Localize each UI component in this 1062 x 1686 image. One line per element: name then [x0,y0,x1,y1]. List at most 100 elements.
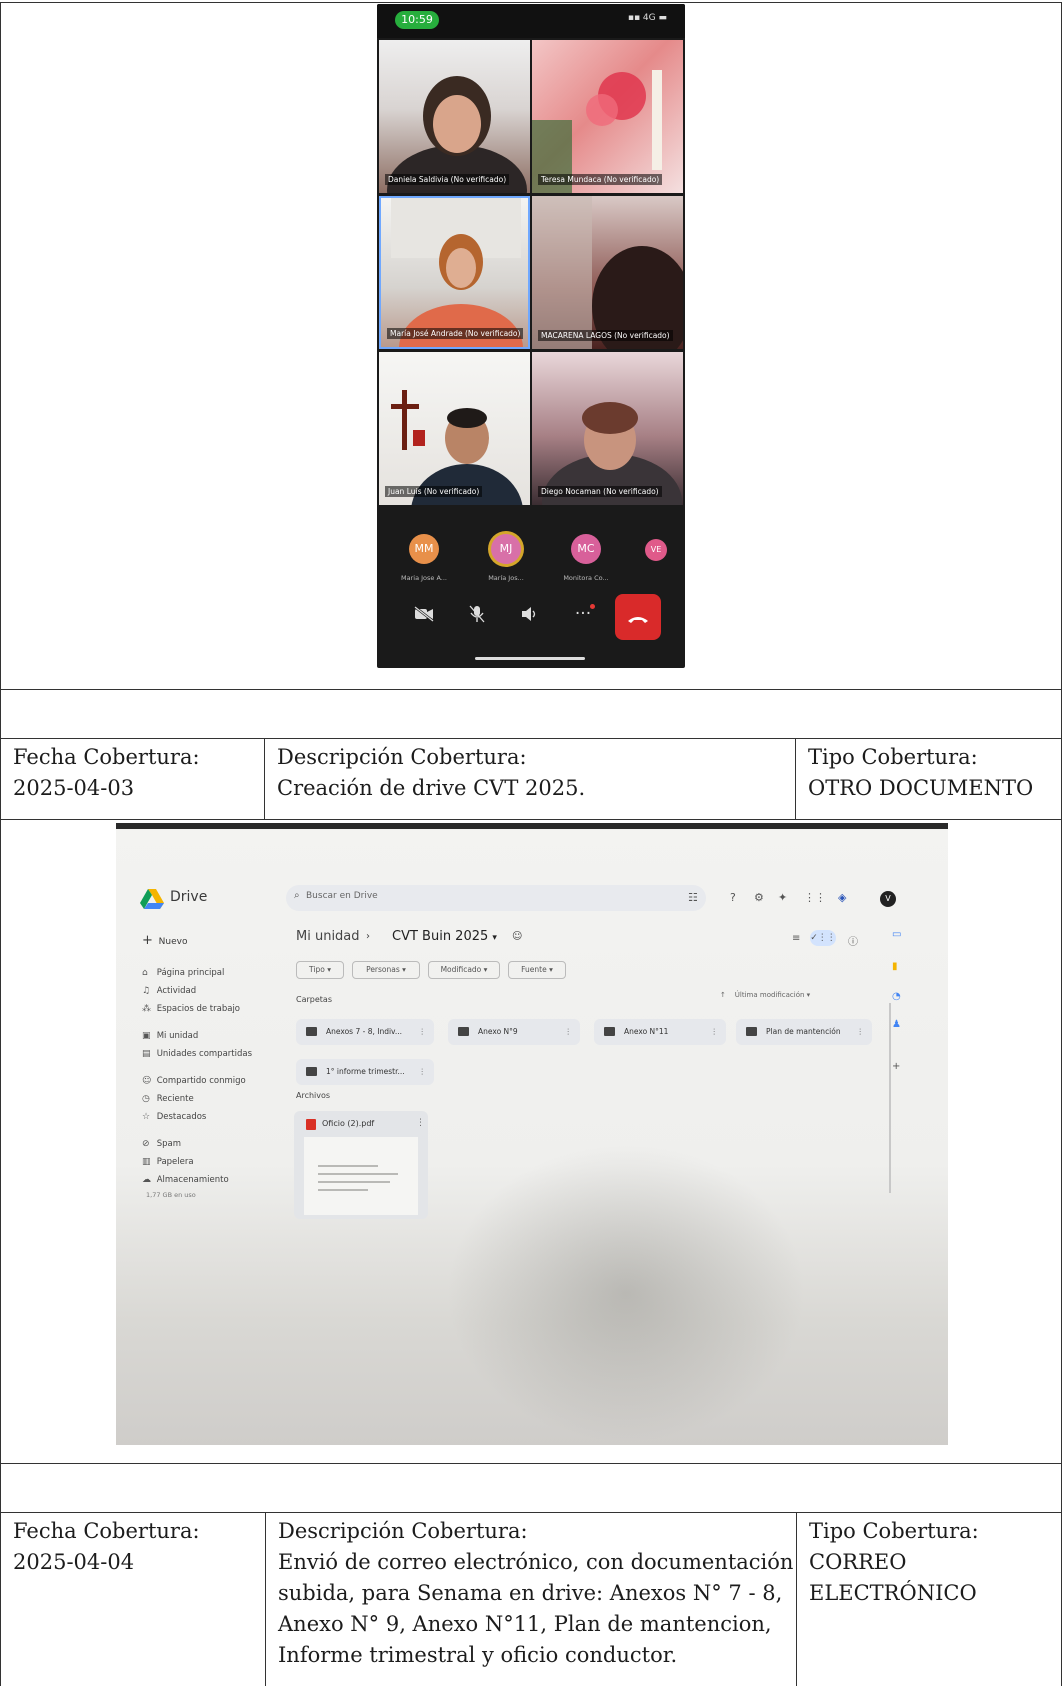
org-logo-icon: ◈ [838,891,847,904]
account-avatar[interactable]: V [880,891,896,907]
camera-off-icon[interactable] [404,594,444,634]
sidebar-item-home[interactable]: ⌂ Página principal [142,968,224,978]
more-vert-icon[interactable]: ⋮ [565,1019,573,1045]
spam-icon: ⊘ [142,1139,150,1149]
keep-icon[interactable]: ▮ [892,961,898,972]
breadcrumb-current-folder[interactable]: CVT Buin 2025 ▾ [392,929,497,944]
sidebar-item-label: Almacenamiento [156,1175,229,1185]
participant-avatar[interactable]: VE [645,539,667,561]
photo-edge [116,823,948,829]
gemini-icon[interactable]: ✦ [778,891,787,904]
participant-video [387,76,527,193]
fecha-cell: Fecha Cobertura: 2025-04-04 [13,1516,200,1578]
participant-video [532,196,683,349]
folders-section-label: Carpetas [296,995,332,1004]
participant-tile: Teresa Mundaca (No verificado) [532,40,683,193]
participant-avatar-label: Maria Jose A... [401,574,447,582]
apps-grid-icon[interactable]: ⋮⋮ [804,891,826,904]
filter-type[interactable]: Tipo ▾ [296,961,344,979]
folder-item[interactable]: Anexos 7 - 8, Indiv... ⋮ [296,1019,434,1045]
folder-icon [306,1027,317,1036]
folder-item[interactable]: Anexo N°11 ⋮ [594,1019,726,1045]
breadcrumb-my-drive[interactable]: Mi unidad [296,929,360,944]
participant-video [532,70,662,193]
table-rule [796,1512,797,1686]
new-button[interactable]: + Nuevo [142,933,187,948]
sidebar-item-label: Spam [156,1139,181,1149]
sidebar-item-label: Espacios de trabajo [156,1004,241,1014]
google-drive-photo: Drive ⌕ Buscar en Drive ☷ ? ⚙ ✦ ⋮⋮ ◈ V +… [116,823,948,1445]
more-vert-icon[interactable]: ⋮ [857,1019,865,1045]
participant-avatar[interactable]: MM [409,534,439,564]
network-label: 4G [642,13,656,23]
more-vert-icon[interactable]: ⋮ [711,1019,719,1045]
phone-hangup-icon [628,617,648,623]
participant-avatar-speaking[interactable]: MJ [491,534,521,564]
cloud-icon: ☁ [142,1175,151,1185]
shared-with-me-icon: ☺ [142,1076,152,1086]
grid-view-icon[interactable]: ✓⋮⋮ [810,930,836,946]
list-view-icon[interactable]: ≡ [792,933,800,944]
sidebar-item-trash[interactable]: ▥ Papelera [142,1157,194,1167]
sidebar-item-workspaces[interactable]: ⁂ Espacios de trabajo [142,1004,240,1014]
descripcion-value: Envió de correo electrónico, con documen… [278,1550,794,1667]
sidebar-item-label: Compartido conmigo [156,1076,246,1086]
new-button-label: Nuevo [158,937,188,947]
document-page: 10:59 ▪▪ 4G ▬ Daniela Saldivia (No verif… [0,0,1062,1686]
scrollbar[interactable] [889,1003,891,1193]
table-rule [265,1512,266,1686]
sort-control[interactable]: ↑ Última modificación ▾ [720,991,810,999]
sidebar-item-storage[interactable]: ☁ Almacenamiento [142,1175,229,1185]
more-options-icon[interactable]: ··· [563,594,603,634]
folder-item[interactable]: Plan de mantención ⋮ [736,1019,872,1045]
sidebar-item-starred[interactable]: ☆ Destacados [142,1112,206,1122]
drive-logo-icon [140,889,164,909]
sort-arrow-icon: ↑ [720,991,726,999]
participant-tile: Juan Luis (No verificado) [379,352,530,505]
add-addon-icon[interactable]: + [892,1061,900,1072]
breadcrumb-separator-icon: › [366,931,370,942]
more-vert-icon[interactable]: ⋮ [419,1019,427,1045]
more-vert-icon[interactable]: ⋮ [416,1118,425,1128]
contacts-icon[interactable]: ♟ [892,1019,901,1030]
participant-name: Juan Luis (No verificado) [385,486,483,497]
calendar-icon[interactable]: ▭ [892,929,901,940]
participant-video [542,402,682,505]
filter-people[interactable]: Personas ▾ [352,961,420,979]
gear-icon[interactable]: ⚙ [754,891,764,904]
participant-name: MACARENA LAGOS (No verificado) [538,330,673,341]
more-options-label: ··· [574,604,592,624]
speaker-icon[interactable] [510,594,550,634]
breadcrumb-current-label: CVT Buin 2025 [392,929,489,944]
help-icon[interactable]: ? [730,891,736,904]
descripcion-cell: Descripción Cobertura: Envió de correo el… [278,1516,793,1671]
search-options-icon[interactable]: ☷ [688,891,698,904]
more-vert-icon[interactable]: ⋮ [419,1059,427,1085]
participant-video [391,390,523,505]
folder-item[interactable]: Anexo N°9 ⋮ [448,1019,580,1045]
mic-off-icon[interactable] [457,594,497,634]
participant-name: Daniela Saldivia (No verificado) [385,174,510,185]
participant-name: Diego Nocaman (No verificado) [538,486,662,497]
folder-icon [458,1027,469,1036]
sidebar-item-shared-drives[interactable]: ▤ Unidades compartidas [142,1049,252,1059]
folder-icon [306,1067,317,1076]
table-rule [0,1512,1062,1513]
sidebar-item-spam[interactable]: ⊘ Spam [142,1139,181,1149]
tipo-cell: Tipo Cobertura: OTRO DOCUMENTO [808,742,1033,804]
folder-item[interactable]: 1° informe trimestr... ⋮ [296,1059,434,1085]
pdf-icon [306,1119,316,1130]
details-icon[interactable]: ⓘ [848,933,858,948]
participant-avatar[interactable]: MC [571,534,601,564]
filter-source[interactable]: Fuente ▾ [508,961,566,979]
sidebar-item-activity[interactable]: ♫ Actividad [142,986,196,996]
filter-modified[interactable]: Modificado ▾ [428,961,500,979]
sidebar-item-my-drive[interactable]: ▣ Mi unidad [142,1031,198,1041]
table-rule [0,738,1062,739]
hang-up-button[interactable] [615,594,661,640]
sidebar-item-recent[interactable]: ◷ Reciente [142,1094,194,1104]
tasks-icon[interactable]: ◔ [892,991,901,1002]
sidebar-item-shared-with-me[interactable]: ☺ Compartido conmigo [142,1076,246,1086]
battery-icon: ▬ [655,13,667,23]
clock-icon: ◷ [142,1094,150,1104]
